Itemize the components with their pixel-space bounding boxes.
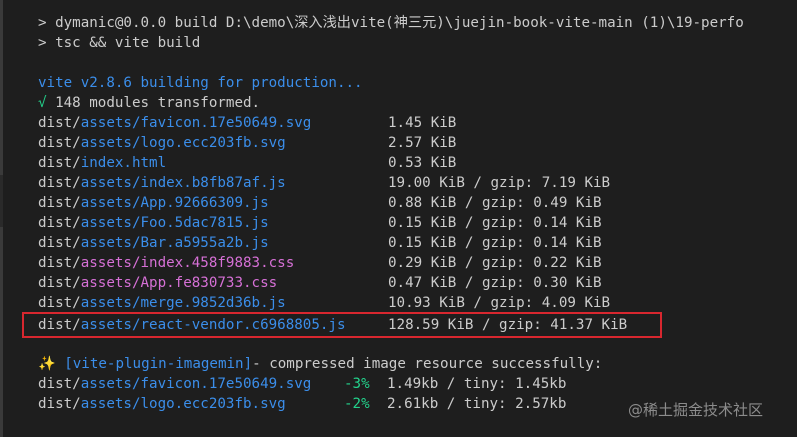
file-prefix: dist/: [38, 175, 81, 191]
sparkle-icon: ✨: [38, 356, 56, 372]
file-path: assets/index.458f9883.css: [80, 255, 295, 271]
build-file-row: dist/assets/logo.ecc203fb.svg 2.57 KiB: [38, 133, 738, 153]
compression-ratio: -2%: [344, 396, 370, 412]
file-prefix: dist/: [38, 155, 81, 171]
file-prefix: dist/: [38, 295, 81, 311]
file-size: 0.53 KiB: [388, 155, 457, 171]
file-size: 0.29 KiB / gzip: 0.22 KiB: [388, 255, 602, 271]
file-path: assets/App.92666309.js: [80, 195, 269, 211]
build-file-row: dist/index.html 0.53 KiB: [38, 153, 738, 173]
file-prefix: dist/: [38, 115, 81, 131]
file-size: 1.49kb / tiny: 1.45kb: [387, 376, 567, 392]
file-prefix: dist/: [38, 275, 81, 291]
file-size: 2.61kb / tiny: 2.57kb: [387, 396, 567, 412]
watermark: @稀土掘金技术社区: [628, 401, 764, 419]
file-prefix: dist/: [38, 195, 81, 211]
plugin-name: [vite-plugin-imagemin]: [55, 356, 253, 372]
build-file-row: dist/assets/Bar.a5955a2b.js 0.15 KiB / gz…: [38, 233, 738, 253]
transformed-line: √ 148 modules transformed.: [38, 93, 260, 113]
file-size: 1.45 KiB: [388, 115, 457, 131]
transformed-text: 148 modules transformed.: [46, 95, 261, 111]
file-path: assets/App.fe830733.css: [80, 275, 278, 291]
file-prefix: dist/: [38, 255, 81, 271]
build-file-row: dist/assets/App.92666309.js 0.88 KiB / gz…: [38, 193, 738, 213]
compression-ratio: -3%: [344, 376, 370, 392]
file-size: 0.15 KiB / gzip: 0.14 KiB: [388, 235, 602, 251]
build-file-row: dist/assets/index.b8fb87af.js 19.00 KiB /…: [38, 173, 738, 193]
file-path: assets/favicon.17e50649.svg: [80, 115, 312, 131]
file-prefix: dist/: [38, 215, 81, 231]
file-prefix: dist/: [38, 235, 81, 251]
terminal-panel[interactable]: > dymanic@0.0.0 build D:\demo\深入浅出vite(神…: [0, 0, 797, 437]
file-path: assets/index.b8fb87af.js: [80, 175, 286, 191]
file-path: index.html: [80, 155, 167, 171]
file-prefix: dist/: [38, 135, 81, 151]
file-size: 10.93 KiB / gzip: 4.09 KiB: [388, 295, 611, 311]
file-size: 19.00 KiB / gzip: 7.19 KiB: [388, 175, 611, 191]
file-path: assets/logo.ecc203fb.svg: [80, 135, 286, 151]
imagemin-status-line: ✨ [vite-plugin-imagemin]- compressed ima…: [38, 354, 602, 374]
file-path: assets/Foo.5dac7815.js: [80, 215, 269, 231]
highlight-box: [22, 312, 662, 338]
file-prefix: dist/: [38, 376, 81, 392]
file-path: assets/logo.ecc203fb.svg: [80, 396, 286, 412]
image-file-row: dist/assets/favicon.17e50649.svg -3% 1.49k…: [38, 374, 738, 394]
terminal-left-border: [0, 0, 3, 437]
build-status-line: vite v2.8.6 building for production...: [38, 75, 363, 91]
prompt-line-command: > tsc && vite build: [38, 35, 201, 51]
prompt-line-build: > dymanic@0.0.0 build D:\demo\深入浅出vite(神…: [38, 15, 744, 31]
build-file-row: dist/assets/merge.9852d36b.js 10.93 KiB /…: [38, 293, 738, 313]
file-path: assets/Bar.a5955a2b.js: [80, 235, 269, 251]
check-icon: √: [38, 95, 47, 111]
build-file-row: dist/assets/App.fe830733.css 0.47 KiB / g…: [38, 273, 738, 293]
build-file-row: dist/assets/Foo.5dac7815.js 0.15 KiB / gz…: [38, 213, 738, 233]
plugin-message: - compressed image resource successfully…: [252, 356, 603, 372]
file-path: assets/merge.9852d36b.js: [80, 295, 286, 311]
file-size: 0.15 KiB / gzip: 0.14 KiB: [388, 215, 602, 231]
file-path: assets/favicon.17e50649.svg: [80, 376, 312, 392]
file-prefix: dist/: [38, 396, 81, 412]
file-size: 2.57 KiB: [388, 135, 457, 151]
file-size: 0.88 KiB / gzip: 0.49 KiB: [388, 195, 602, 211]
build-file-row: dist/assets/favicon.17e50649.svg 1.45 KiB: [38, 113, 738, 133]
file-size: 0.47 KiB / gzip: 0.30 KiB: [388, 275, 602, 291]
build-file-row: dist/assets/index.458f9883.css 0.29 KiB /…: [38, 253, 738, 273]
